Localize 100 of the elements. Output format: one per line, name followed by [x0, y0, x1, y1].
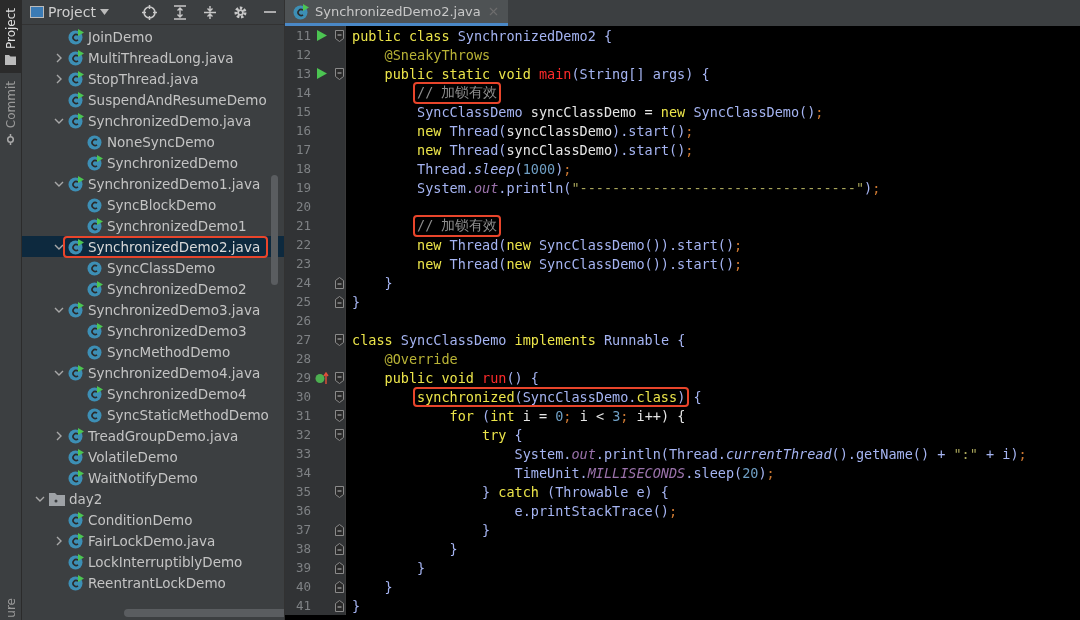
tree-item-label: SynchronizedDemo2.java [88, 238, 261, 255]
fold-icon[interactable] [334, 409, 344, 422]
caret-icon [99, 9, 109, 15]
tree-row[interactable]: MultiThreadLong.java [22, 47, 284, 68]
fold-icon[interactable] [334, 67, 344, 80]
tree-row[interactable]: WaitNotifyDemo [22, 467, 284, 488]
scrollbar-thumb[interactable] [124, 609, 284, 617]
expand-all-icon[interactable] [171, 2, 189, 22]
code-line: } catch (Throwable e) { [481, 483, 669, 500]
tree-row[interactable]: SyncClassDemo [22, 257, 284, 278]
code-line: SyncClassDemo syncClassDemo = new SyncClassDemo(); [416, 103, 824, 120]
chevron-right-icon[interactable] [54, 52, 64, 63]
fold-icon[interactable] [334, 485, 344, 498]
tree-row[interactable]: SyncBlockDemo [22, 194, 284, 215]
highlighted-code: synchronized(SyncClassDemo.class) [413, 386, 690, 407]
override-icon[interactable] [315, 371, 329, 384]
window-icon [30, 6, 44, 18]
tool-window-tab[interactable]: Commit [0, 73, 21, 154]
tree-item-label: NoneSyncDemo [107, 133, 215, 150]
fold-icon[interactable] [334, 523, 344, 536]
code-line: new Thread(new SyncClassDemo()).start(); [416, 236, 743, 253]
run-icon[interactable] [317, 30, 327, 41]
line-number: 33 [294, 446, 311, 461]
run-icon[interactable] [317, 68, 327, 79]
fold-icon[interactable] [334, 371, 344, 384]
folder-icon [49, 491, 65, 506]
code-line: new Thread(syncClassDemo).start(); [416, 141, 694, 158]
code-line: @Override [383, 350, 458, 367]
line-number: 28 [294, 351, 311, 366]
tree-row[interactable]: SynchronizedDemo4.java [22, 362, 284, 383]
tree-item-label: SynchronizedDemo2 [107, 280, 247, 297]
tree-item-label: ReentrantLockDemo [88, 574, 226, 591]
tree-row[interactable]: SynchronizedDemo.java [22, 110, 284, 131]
crosshair-icon[interactable] [140, 2, 159, 22]
line-number: 36 [294, 503, 311, 518]
tree-row[interactable]: VolatileDemo [22, 446, 284, 467]
code-line: Thread.sleep(1000); [416, 160, 572, 177]
chevron-right-icon[interactable] [54, 430, 64, 441]
line-number: 13 [294, 66, 311, 81]
fold-icon[interactable] [334, 29, 344, 42]
chevron-right-icon[interactable] [54, 73, 64, 84]
code-line: TimeUnit.MILLISECONDS.sleep(20); [513, 464, 775, 481]
fold-icon[interactable] [334, 333, 344, 346]
fold-icon[interactable] [334, 580, 344, 593]
line-number: 37 [294, 522, 311, 537]
line-number: 35 [294, 484, 311, 499]
tree-row[interactable]: ReentrantLockDemo [22, 572, 284, 593]
fold-icon[interactable] [334, 561, 344, 574]
code-line: new Thread(syncClassDemo).start(); [416, 122, 694, 139]
editor-tab[interactable]: SynchronizedDemo2.java [285, 0, 508, 26]
line-number: 23 [294, 256, 311, 271]
tree-row[interactable]: StopThread.java [22, 68, 284, 89]
code-line: public void run() { [383, 369, 539, 386]
tree-row[interactable]: SyncMethodDemo [22, 341, 284, 362]
tool-window-tab[interactable]: ure [0, 590, 21, 620]
tree-row[interactable]: SynchronizedDemo3.java [22, 299, 284, 320]
tree-row[interactable]: SynchronizedDemo2 [22, 278, 284, 299]
code-line: } [351, 293, 361, 310]
fold-icon[interactable] [334, 276, 344, 289]
code-line: try { [481, 426, 523, 443]
fold-icon[interactable] [334, 542, 344, 555]
project-view-dropdown[interactable]: Project [30, 4, 109, 20]
code-line: e.printStackTrace(); [513, 502, 678, 519]
tree-item-label: SyncClassDemo [107, 259, 216, 276]
fold-icon[interactable] [334, 390, 344, 403]
tree-row[interactable]: SynchronizedDemo3 [22, 320, 284, 341]
tool-window-tab[interactable]: Project [0, 0, 21, 74]
tree-item-label: SyncStaticMethodDemo [107, 406, 269, 423]
tree-item-label: SynchronizedDemo1.java [88, 175, 261, 192]
tree-row[interactable]: FairLockDemo.java [22, 530, 284, 551]
tree-item-label: SynchronizedDemo1 [107, 217, 247, 234]
line-number: 27 [294, 332, 311, 347]
tree-row[interactable]: SyncStaticMethodDemo [22, 404, 284, 425]
code-line: } [351, 597, 361, 614]
line-number: 22 [294, 237, 311, 252]
runnable-class-icon [293, 3, 309, 20]
tree-row[interactable]: SynchronizedDemo4 [22, 383, 284, 404]
tree-row[interactable]: SynchronizedDemo2.java [22, 236, 284, 257]
tree-row[interactable]: SynchronizedDemo [22, 152, 284, 173]
tree-row[interactable]: SynchronizedDemo1 [22, 215, 284, 236]
scrollbar-thumb[interactable] [271, 175, 278, 285]
line-number: 29 [294, 370, 311, 385]
fold-icon[interactable] [334, 295, 344, 308]
tree-row[interactable]: SuspendAndResumeDemo [22, 89, 284, 110]
tree-row[interactable]: NoneSyncDemo [22, 131, 284, 152]
tree-row[interactable]: ConditionDemo [22, 509, 284, 530]
line-number: 39 [294, 560, 311, 575]
fold-icon[interactable] [334, 428, 344, 441]
tree-row[interactable]: JoinDemo [22, 26, 284, 47]
tree-row[interactable]: SynchronizedDemo1.java [22, 173, 284, 194]
chevron-right-icon[interactable] [54, 535, 64, 546]
tree-row[interactable]: day2 [22, 488, 284, 509]
fold-icon[interactable] [334, 599, 344, 612]
code-line: public static void main(String[] args) { [383, 65, 710, 82]
tree-item-label: SuspendAndResumeDemo [88, 91, 267, 108]
code-line: System.out.println("----------------------------------"); [416, 179, 881, 196]
tree-row[interactable]: TreadGroupDemo.java [22, 425, 284, 446]
code-line: @SneakyThrows [383, 46, 491, 63]
line-number: 15 [294, 104, 311, 119]
tree-row[interactable]: LockInterruptiblyDemo [22, 551, 284, 572]
